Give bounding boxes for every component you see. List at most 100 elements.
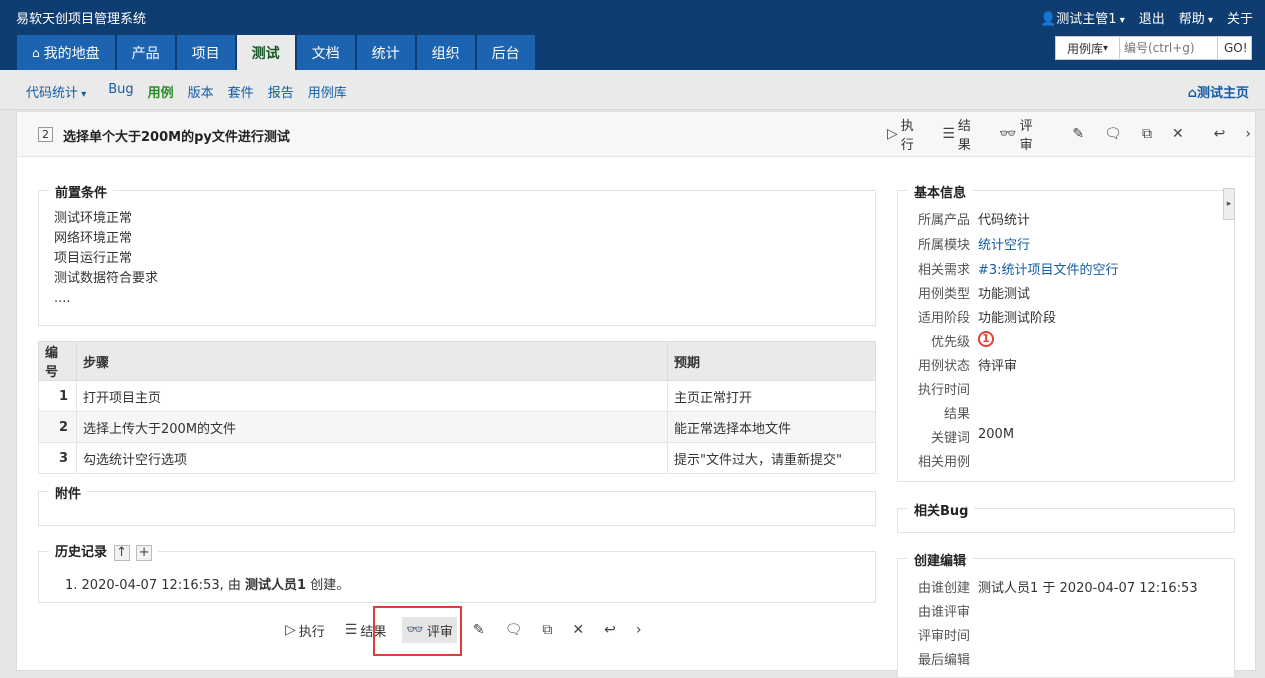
info-value: 功能测试 bbox=[978, 287, 1031, 302]
step-expect: 能正常选择本地文件 bbox=[667, 411, 876, 443]
back-button[interactable]: ↩ bbox=[1210, 121, 1230, 147]
app-title: 易软天创项目管理系统 bbox=[16, 12, 147, 27]
info-row-module: 所属模块 统计空行 bbox=[908, 234, 1030, 253]
attachments-title: 附件 bbox=[49, 483, 88, 502]
search-input[interactable] bbox=[1120, 37, 1217, 59]
chevron-right-icon: ▸ bbox=[1226, 199, 1232, 209]
user-nav: 👤测试主管1 退出 帮助 关于 bbox=[1040, 8, 1253, 27]
pencil-icon: ✎ bbox=[1072, 126, 1085, 142]
tab-test[interactable]: 测试 bbox=[236, 35, 295, 70]
search-type-select[interactable]: 用例库 bbox=[1056, 37, 1120, 59]
pencil-icon: ✎ bbox=[472, 622, 485, 638]
attachments-section: 附件 bbox=[38, 483, 876, 526]
history-entry-time: 1. 2020-04-07 12:16:53, 由 bbox=[65, 578, 246, 593]
module-link[interactable]: 统计空行 bbox=[978, 234, 1030, 253]
edit-button[interactable]: ✎ bbox=[469, 617, 489, 643]
home-icon: ⌂ bbox=[1187, 86, 1197, 101]
comment-icon: 🗨 bbox=[1104, 126, 1122, 142]
chevron-right-icon: › bbox=[635, 622, 642, 638]
subnav-case[interactable]: 用例 bbox=[148, 82, 174, 101]
next-button[interactable]: › bbox=[1241, 121, 1255, 147]
edit-button[interactable]: ✎ bbox=[1068, 121, 1088, 147]
subnav-caselib[interactable]: 用例库 bbox=[308, 82, 347, 101]
history-entry-user: 测试人员1 bbox=[245, 578, 307, 593]
subnav-bug[interactable]: Bug bbox=[108, 82, 133, 101]
list-icon: ☰ bbox=[942, 126, 955, 142]
product-switcher[interactable]: 代码统计 bbox=[26, 82, 86, 101]
story-link[interactable]: #3:统计项目文件的空行 bbox=[978, 259, 1119, 278]
step-num: 3 bbox=[38, 442, 77, 474]
basic-info-section: 基本信息 所属产品 代码统计 所属模块 统计空行 相关需求 #3:统计项目文件的空行 … bbox=[897, 182, 1235, 482]
run-button[interactable]: ▷ 执行 bbox=[281, 617, 329, 643]
back-arrow-icon: ↩ bbox=[604, 622, 616, 638]
tab-report[interactable]: 统计 bbox=[356, 35, 415, 70]
next-button[interactable]: › bbox=[632, 617, 646, 643]
comment-button[interactable]: 🗨 bbox=[501, 617, 527, 643]
side-toggle-button[interactable]: ▸ bbox=[1223, 188, 1235, 220]
info-value: 代码统计 bbox=[978, 213, 1031, 228]
user-icon: 👤 bbox=[1040, 12, 1057, 27]
subnav-report[interactable]: 报告 bbox=[268, 82, 294, 101]
about-link[interactable]: 关于 bbox=[1227, 8, 1253, 27]
delete-button[interactable]: ✕ bbox=[1168, 121, 1188, 147]
back-arrow-icon: ↩ bbox=[1213, 126, 1226, 142]
tab-admin[interactable]: 后台 bbox=[476, 35, 535, 70]
subnav-suite[interactable]: 套件 bbox=[228, 82, 254, 101]
test-home-link[interactable]: ⌂测试主页 bbox=[1188, 82, 1249, 101]
search-go-button[interactable]: GO! bbox=[1217, 37, 1251, 59]
tab-company[interactable]: 组织 bbox=[416, 35, 475, 70]
table-row: 3 勾选统计空行选项 提示"文件过大，请重新提交" bbox=[38, 442, 876, 474]
top-header: 易软天创项目管理系统 👤测试主管1 退出 帮助 关于 ⌂我的地盘 产品 项目 测… bbox=[0, 0, 1265, 70]
bottom-toolbar: ▷ 执行 ☰ 结果 👓 评审 ✎ 🗨 ⧉ ✕ ↩ › bbox=[281, 617, 645, 643]
play-icon: ▷ bbox=[887, 126, 898, 142]
info-label: 相关需求 bbox=[917, 263, 970, 278]
comment-button[interactable]: 🗨 bbox=[1100, 121, 1126, 147]
info-label: 执行时间 bbox=[917, 383, 970, 398]
result-label: 结果 bbox=[957, 119, 971, 153]
copy-button[interactable]: ⧉ bbox=[1138, 121, 1156, 147]
info-value: 功能测试阶段 bbox=[978, 311, 1057, 326]
help-menu[interactable]: 帮助 bbox=[1179, 8, 1213, 27]
info-row-created-by: 由谁创建 测试人员1 于 2020-04-07 12:16:53 bbox=[908, 577, 1198, 596]
user-menu[interactable]: 👤测试主管1 bbox=[1040, 8, 1125, 27]
history-title: 历史记录 bbox=[55, 545, 108, 560]
copy-button[interactable]: ⧉ bbox=[538, 617, 556, 643]
top-toolbar: ▷ 执行 ☰ 结果 👓 评审 ✎ 🗨 ⧉ ✕ ↩ › bbox=[883, 119, 1255, 153]
basic-info-title: 基本信息 bbox=[908, 182, 973, 201]
tab-product[interactable]: 产品 bbox=[116, 35, 175, 70]
info-row-reviewed-by: 由谁评审 bbox=[908, 601, 978, 620]
result-button[interactable]: ☰ 结果 bbox=[938, 119, 983, 153]
history-entry-action: 创建。 bbox=[306, 578, 350, 593]
review-label: 评审 bbox=[1019, 119, 1033, 153]
highlight-box bbox=[373, 606, 462, 656]
subnav-build[interactable]: 版本 bbox=[188, 82, 214, 101]
info-label: 由谁评审 bbox=[917, 605, 970, 620]
back-button[interactable]: ↩ bbox=[600, 617, 620, 643]
sort-up-button[interactable]: ↑ bbox=[113, 545, 130, 561]
tab-project[interactable]: 项目 bbox=[176, 35, 235, 70]
tab-my[interactable]: ⌂ 我的地盘 bbox=[17, 35, 115, 70]
status-value: 待评审 bbox=[978, 359, 1018, 374]
run-label: 执行 bbox=[900, 119, 914, 153]
history-title-wrap: 历史记录 ↑ + bbox=[49, 541, 159, 561]
tab-doc[interactable]: 文档 bbox=[296, 35, 355, 70]
info-row-story: 相关需求 #3:统计项目文件的空行 bbox=[908, 259, 1119, 278]
info-row-linked: 相关用例 bbox=[908, 451, 978, 470]
close-icon: ✕ bbox=[1171, 126, 1184, 142]
info-label: 相关用例 bbox=[917, 455, 970, 470]
comment-icon: 🗨 bbox=[504, 622, 523, 638]
user-name: 测试主管1 bbox=[1056, 12, 1124, 27]
run-button[interactable]: ▷ 执行 bbox=[883, 119, 926, 153]
info-label: 评审时间 bbox=[917, 629, 970, 644]
logout-link[interactable]: 退出 bbox=[1139, 8, 1165, 27]
precondition-title: 前置条件 bbox=[49, 182, 114, 201]
chevron-right-icon: › bbox=[1245, 126, 1252, 142]
precondition-line: 测试环境正常 bbox=[54, 211, 133, 226]
expand-all-button[interactable]: + bbox=[136, 545, 153, 561]
info-row-status: 用例状态 待评审 bbox=[908, 355, 1017, 374]
sub-nav: 代码统计 Bug 用例 版本 套件 报告 用例库 ⌂测试主页 bbox=[0, 70, 1265, 110]
history-entry: 1. 2020-04-07 12:16:53, 由 测试人员1 创建。 bbox=[65, 574, 349, 593]
delete-button[interactable]: ✕ bbox=[568, 617, 588, 643]
steps-header-row: 编号 步骤 预期 bbox=[38, 341, 876, 381]
review-button[interactable]: 👓 评审 bbox=[995, 119, 1044, 153]
